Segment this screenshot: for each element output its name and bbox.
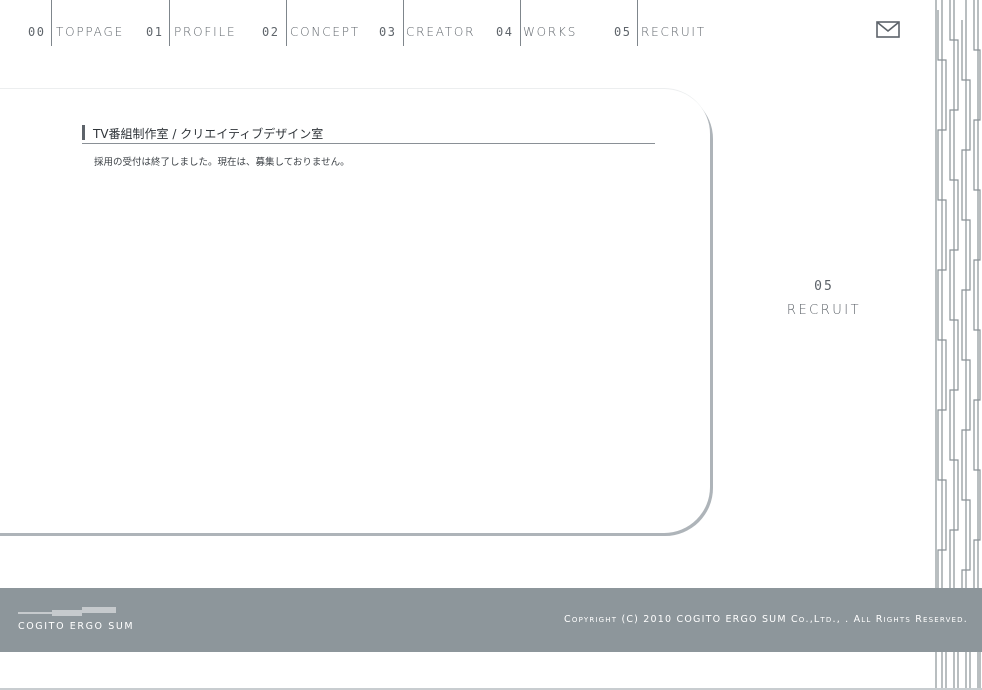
nav-item-works[interactable]: 04 WORKS [496,0,614,60]
nav-divider [51,0,52,46]
nav-item-recruit[interactable]: 05 RECRUIT [614,0,724,60]
nav-label: RECRUIT [641,25,706,39]
nav-label: TOPPAGE [56,25,124,39]
nav-item-profile[interactable]: 01 PROFILE [146,0,262,60]
nav-item-concept[interactable]: 02 CONCEPT [262,0,379,60]
page-label: 05 RECRUIT [764,278,884,320]
nav-number: 02 [262,25,280,39]
decorative-pattern [935,0,981,690]
nav-number: 00 [28,25,46,39]
nav-item-toppage[interactable]: 00 TOPPAGE [28,0,146,60]
heading-accent-bar [82,125,85,140]
nav-divider [520,0,521,46]
company-logo-icon[interactable] [18,607,116,616]
nav-label: PROFILE [174,25,237,39]
company-logo-text: COGITO ERGO SUM [18,621,135,632]
copyright-text: Copyright (C) 2010 COGITO ERGO SUM Co.,L… [564,614,968,625]
nav-number: 01 [146,25,164,39]
nav-divider [637,0,638,46]
nav-divider [286,0,287,46]
section-heading: TV番組制作室 / クリエイティブデザイン室 [82,124,655,144]
section-title: TV番組制作室 / クリエイティブデザイン室 [93,127,324,141]
nav-label: CREATOR [406,25,476,39]
nav-divider [169,0,170,46]
nav-divider [403,0,404,46]
nav-item-creator[interactable]: 03 CREATOR [379,0,496,60]
nav-number: 03 [379,25,397,39]
nav-label: CONCEPT [290,25,360,39]
page-number: 05 [814,279,834,294]
nav-label: WORKS [523,25,578,39]
footer: COGITO ERGO SUM Copyright (C) 2010 COGIT… [0,588,982,652]
page-name: RECRUIT [786,303,862,318]
nav-number: 05 [614,25,632,39]
nav-number: 04 [496,25,514,39]
global-nav: 00 TOPPAGE 01 PROFILE 02 CONCEPT 03 CREA… [0,0,930,60]
mail-envelope-icon[interactable] [876,21,900,38]
recruit-status-text: 採用の受付は終了しました。現在は、募集しておりません。 [94,157,350,168]
